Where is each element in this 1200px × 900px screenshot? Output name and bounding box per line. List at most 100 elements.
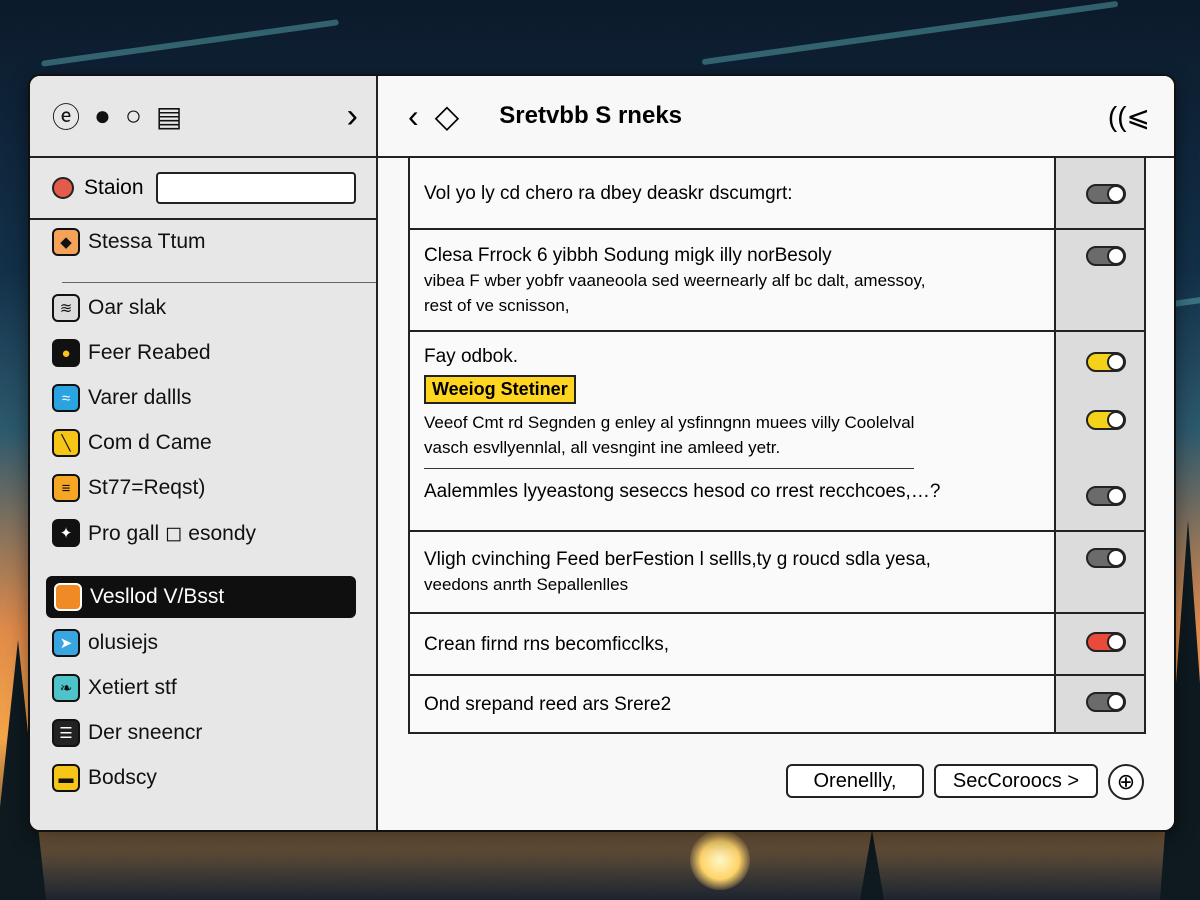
menu-glyph[interactable]: ((⩽ bbox=[1108, 100, 1150, 133]
toggle-switch[interactable] bbox=[1086, 548, 1126, 568]
sidebar-item-label: Varer dallls bbox=[88, 386, 192, 409]
row-text: Ond srepand reed ars Srere2 bbox=[424, 693, 672, 715]
row-text: vasch esvllyennlal, all vesngint ine aml… bbox=[424, 438, 781, 457]
flag-icon: ≡ bbox=[52, 474, 80, 502]
row-text: Crean firnd rns becomficclks, bbox=[424, 633, 669, 655]
panel-icon[interactable]: ▤ bbox=[156, 100, 182, 133]
sun bbox=[690, 830, 750, 890]
box-icon: ▬ bbox=[52, 764, 80, 792]
status-dot-icon bbox=[52, 177, 74, 199]
sidebar-item[interactable]: ≡ St77=Reqst) bbox=[52, 474, 205, 502]
sidebar-item-label: Feer Reabed bbox=[88, 341, 211, 364]
shield-icon: ◆ bbox=[52, 228, 80, 256]
toggle-knob bbox=[1107, 247, 1125, 265]
sidebar-item[interactable]: ≋ Oar slak bbox=[52, 294, 166, 322]
toggle-knob bbox=[1107, 633, 1125, 651]
app-window: ⓔ ● ○ ▤ › Staion ◆ Stessa Ttum ≋ Oar sla… bbox=[28, 74, 1176, 832]
toggle-cell bbox=[1056, 676, 1144, 734]
chevron-right-icon[interactable]: › bbox=[347, 97, 358, 136]
sidebar-item-label: Vesllod V/Bsst bbox=[90, 585, 225, 608]
slash-icon: ╲ bbox=[52, 429, 80, 457]
toggle-cell bbox=[1056, 230, 1144, 332]
doc-icon bbox=[54, 583, 82, 611]
toggle-switch[interactable] bbox=[1086, 632, 1126, 652]
ring-icon[interactable]: ○ bbox=[125, 100, 142, 132]
row-text: Aalemmles lyyeastong seseccs hesod co rr… bbox=[424, 481, 941, 502]
sky-streak bbox=[701, 0, 1119, 66]
cursor-icon[interactable]: ⊕ bbox=[1108, 764, 1144, 800]
sidebar-item[interactable]: ☰ Der sneencr bbox=[52, 719, 202, 747]
settings-list: Vol yo ly cd chero ra dbey deaskr dscumg… bbox=[408, 158, 1142, 734]
sidebar-item[interactable]: ╲ Com d Came bbox=[52, 429, 212, 457]
list-item: Clesa Frrock 6 yibbh Sodung migk illy no… bbox=[408, 230, 1142, 332]
toggle-switch[interactable] bbox=[1086, 246, 1126, 266]
circle-icon: ● bbox=[52, 339, 80, 367]
row-text: Vligh cvinching Feed berFestion l sellls… bbox=[424, 549, 931, 570]
sidebar-item-label: Der sneencr bbox=[88, 721, 203, 744]
leaf-icon: ❧ bbox=[52, 674, 80, 702]
toggle-knob bbox=[1107, 693, 1125, 711]
primary-button[interactable]: Orenellly, bbox=[786, 764, 924, 798]
sidebar-item[interactable]: ✦ Pro gall ◻ esondy bbox=[52, 519, 256, 547]
toggle-switch[interactable] bbox=[1086, 692, 1126, 712]
wave-icon: ≈ bbox=[52, 384, 80, 412]
toggle-switch[interactable] bbox=[1086, 184, 1126, 204]
divider bbox=[424, 468, 914, 469]
row-text: vibea F wber yobfr vaaneoola sed weernea… bbox=[424, 270, 926, 290]
list-item: Crean firnd rns becomficclks, bbox=[408, 614, 1142, 676]
sidebar-item[interactable]: ≈ Varer dallls bbox=[52, 384, 191, 412]
divider bbox=[62, 282, 376, 283]
footer-bar: Orenellly, SecCoroocs > ⊕ bbox=[378, 734, 1174, 830]
row-text: Clesa Frrock 6 yibbh Sodung migk illy no… bbox=[424, 244, 832, 266]
toggle-knob bbox=[1107, 549, 1125, 567]
sidebar-search: Staion bbox=[30, 158, 376, 220]
page-title: Sretvbb S rneks bbox=[499, 102, 683, 129]
back-arrow-icon[interactable]: ‹ bbox=[408, 98, 419, 135]
list-icon: ☰ bbox=[52, 719, 80, 747]
toggle-switch[interactable] bbox=[1086, 486, 1126, 506]
sidebar-item[interactable]: ◆ Stessa Ttum bbox=[52, 228, 206, 256]
row-text: Vol yo ly cd chero ra dbey deaskr dscumg… bbox=[424, 182, 793, 204]
sidebar-item-label: Xetiert stf bbox=[88, 676, 177, 699]
record-icon[interactable]: ● bbox=[94, 100, 111, 132]
sidebar-item[interactable]: ❧ Xetiert stf bbox=[52, 674, 177, 702]
sidebar-item[interactable]: ● Feer Reabed bbox=[52, 339, 211, 367]
main-header: ‹ ◇ Sretvbb S rneks ((⩽ bbox=[378, 76, 1174, 158]
search-label: Staion bbox=[84, 176, 144, 199]
sidebar-item[interactable]: ➤ olusiejs bbox=[52, 629, 158, 657]
sky-streak bbox=[41, 19, 339, 67]
row-text: Veeof Cmt rd Segnden g enley al ysfinngn… bbox=[424, 413, 915, 432]
list-item: Vol yo ly cd chero ra dbey deaskr dscumg… bbox=[408, 158, 1142, 230]
pattern-icon: ≋ bbox=[52, 294, 80, 322]
sidebar-item-label: Oar slak bbox=[88, 296, 167, 319]
toggle-switch[interactable] bbox=[1086, 410, 1126, 430]
secondary-button[interactable]: SecCoroocs > bbox=[934, 764, 1098, 798]
search-input[interactable] bbox=[155, 172, 356, 204]
toggle-knob bbox=[1107, 353, 1125, 371]
sidebar-item-label: Stessa Ttum bbox=[88, 230, 206, 253]
list-item: Fay odbok. Weeiog Stetiner Veeof Cmt rd … bbox=[408, 332, 1142, 532]
tree bbox=[860, 830, 884, 900]
toggle-column bbox=[1054, 158, 1146, 734]
toggle-knob bbox=[1107, 487, 1125, 505]
back-circle-icon[interactable]: ⓔ bbox=[52, 96, 80, 136]
sidebar-item-label: St77=Reqst) bbox=[88, 476, 206, 499]
sidebar-item-label: olusiejs bbox=[88, 631, 159, 654]
toggle-knob bbox=[1107, 185, 1125, 203]
sidebar-item-label: Pro gall ◻ esondy bbox=[88, 521, 257, 545]
toggle-cell bbox=[1056, 614, 1144, 676]
sidebar: ⓔ ● ○ ▤ › Staion ◆ Stessa Ttum ≋ Oar sla… bbox=[30, 76, 378, 830]
sidebar-item-active[interactable]: Vesllod V/Bsst bbox=[46, 576, 356, 618]
star-icon: ✦ bbox=[52, 519, 80, 547]
main-panel: ‹ ◇ Sretvbb S rneks ((⩽ Vol yo ly cd che… bbox=[378, 76, 1174, 830]
diamond-icon[interactable]: ◇ bbox=[435, 97, 460, 135]
plane-icon: ➤ bbox=[52, 629, 80, 657]
highlight-badge[interactable]: Weeiog Stetiner bbox=[424, 375, 576, 404]
toggle-switch[interactable] bbox=[1086, 352, 1126, 372]
list-item: Ond srepand reed ars Srere2 bbox=[408, 676, 1142, 734]
toggle-cell bbox=[1056, 532, 1144, 614]
list-item: Vligh cvinching Feed berFestion l sellls… bbox=[408, 532, 1142, 614]
toggle-knob bbox=[1107, 411, 1125, 429]
sidebar-item-label: Com d Came bbox=[88, 431, 212, 454]
sidebar-item[interactable]: ▬ Bodscy bbox=[52, 764, 157, 792]
